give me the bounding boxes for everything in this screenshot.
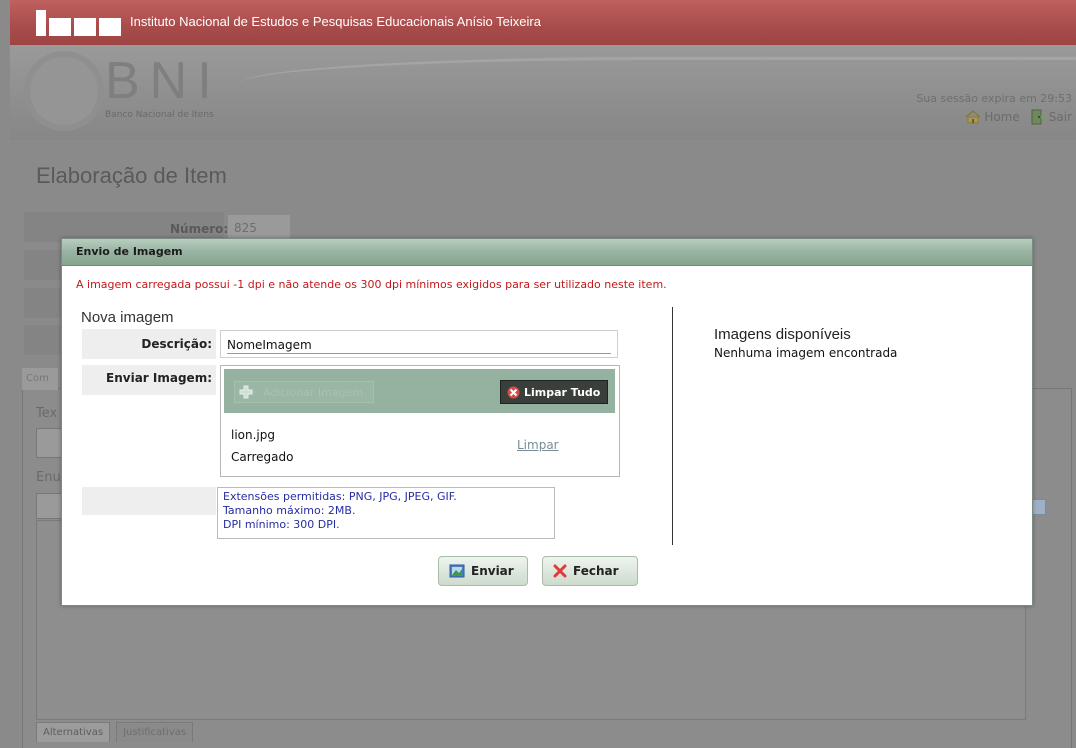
header: BNI Banco Nacional de Itens Sua sessão e… bbox=[10, 45, 1076, 140]
institute-name: Instituto Nacional de Estudos e Pesquisa… bbox=[130, 14, 541, 29]
add-image-label: Adicionar Imagem bbox=[263, 385, 364, 399]
available-images-title: Imagens disponíveis bbox=[714, 326, 851, 343]
upload-requirements: Extensões permitidas: PNG, JPG, JPEG, GI… bbox=[217, 487, 555, 539]
enunciado-label-partial: Enu bbox=[36, 470, 61, 485]
image-upload-dialog: Envio de Imagem A imagem carregada possu… bbox=[61, 238, 1033, 606]
column-separator bbox=[672, 307, 673, 545]
tab-alternativas[interactable]: Alternativas bbox=[36, 722, 111, 742]
exit-label: Sair bbox=[1048, 110, 1072, 124]
home-link[interactable]: Home bbox=[965, 110, 1020, 124]
tab-justificativas[interactable]: Justificativas bbox=[116, 722, 194, 742]
plus-icon bbox=[239, 385, 253, 399]
close-label: Fechar bbox=[573, 564, 619, 578]
close-icon bbox=[553, 564, 567, 578]
home-icon bbox=[965, 110, 981, 124]
text-label-partial: Tex bbox=[36, 406, 58, 421]
tab-content-partial[interactable]: Com bbox=[22, 368, 58, 390]
exit-door-icon bbox=[1031, 109, 1045, 125]
header-nav: Home Sair bbox=[965, 109, 1072, 125]
max-size: Tamanho máximo: 2MB. bbox=[223, 504, 356, 517]
send-button[interactable]: Enviar bbox=[438, 556, 528, 586]
logo-circle-decoration bbox=[24, 51, 104, 131]
dpi-error-message: A imagem carregada possui -1 dpi e não a… bbox=[76, 278, 667, 291]
text-field-partial[interactable] bbox=[36, 428, 64, 458]
page: Instituto Nacional de Estudos e Pesquisa… bbox=[0, 0, 1076, 748]
description-label: Descrição: bbox=[82, 329, 216, 359]
editor-toolbar-partial[interactable] bbox=[36, 493, 64, 519]
upload-label: Enviar Imagem: bbox=[82, 365, 216, 395]
close-button[interactable]: Fechar bbox=[542, 556, 638, 586]
bni-logo-subtitle: Banco Nacional de Itens bbox=[105, 110, 214, 120]
home-label: Home bbox=[984, 110, 1020, 124]
document-icon[interactable] bbox=[1032, 499, 1046, 515]
form-row-bg-3 bbox=[24, 288, 64, 318]
page-title: Elaboração de Item bbox=[36, 163, 227, 188]
min-dpi: DPI mínimo: 300 DPI. bbox=[223, 518, 340, 531]
no-images-message: Nenhuma imagem encontrada bbox=[714, 346, 898, 360]
description-value: NomeImagem bbox=[227, 338, 312, 352]
add-image-button[interactable]: Adicionar Imagem bbox=[234, 381, 374, 403]
bni-logo: BNI bbox=[105, 52, 222, 110]
send-label: Enviar bbox=[471, 564, 514, 578]
top-bar: Instituto Nacional de Estudos e Pesquisa… bbox=[10, 0, 1076, 45]
description-input[interactable]: NomeImagem bbox=[220, 330, 618, 358]
red-x-icon bbox=[507, 386, 520, 398]
clear-all-label: Limpar Tudo bbox=[524, 385, 601, 399]
form-row-bg-4 bbox=[24, 325, 64, 355]
session-timer: Sua sessão expira em 29:53 bbox=[916, 92, 1072, 105]
dialog-title: Envio de Imagem bbox=[62, 239, 1032, 266]
upload-widget: Adicionar Imagem Limpar Tudo lion.jpg Ca… bbox=[220, 365, 620, 477]
inep-logo bbox=[36, 10, 121, 36]
picture-icon bbox=[449, 564, 465, 578]
exit-link[interactable]: Sair bbox=[1030, 109, 1072, 125]
number-value: 825 bbox=[228, 215, 290, 239]
number-label: Número: bbox=[170, 222, 229, 236]
file-clear-link[interactable]: Limpar bbox=[517, 438, 559, 452]
info-label-cell bbox=[82, 487, 216, 515]
clear-all-button[interactable]: Limpar Tudo bbox=[500, 380, 608, 404]
upload-toolbar: Adicionar Imagem Limpar Tudo bbox=[224, 369, 615, 413]
file-status: Carregado bbox=[231, 450, 294, 464]
form-row-bg-2 bbox=[24, 250, 64, 280]
bottom-tabs: Alternativas Justificativas bbox=[36, 722, 194, 742]
file-name: lion.jpg bbox=[231, 428, 275, 442]
allowed-extensions: Extensões permitidas: PNG, JPG, JPEG, GI… bbox=[223, 490, 457, 503]
new-image-title: Nova imagem bbox=[81, 309, 174, 326]
